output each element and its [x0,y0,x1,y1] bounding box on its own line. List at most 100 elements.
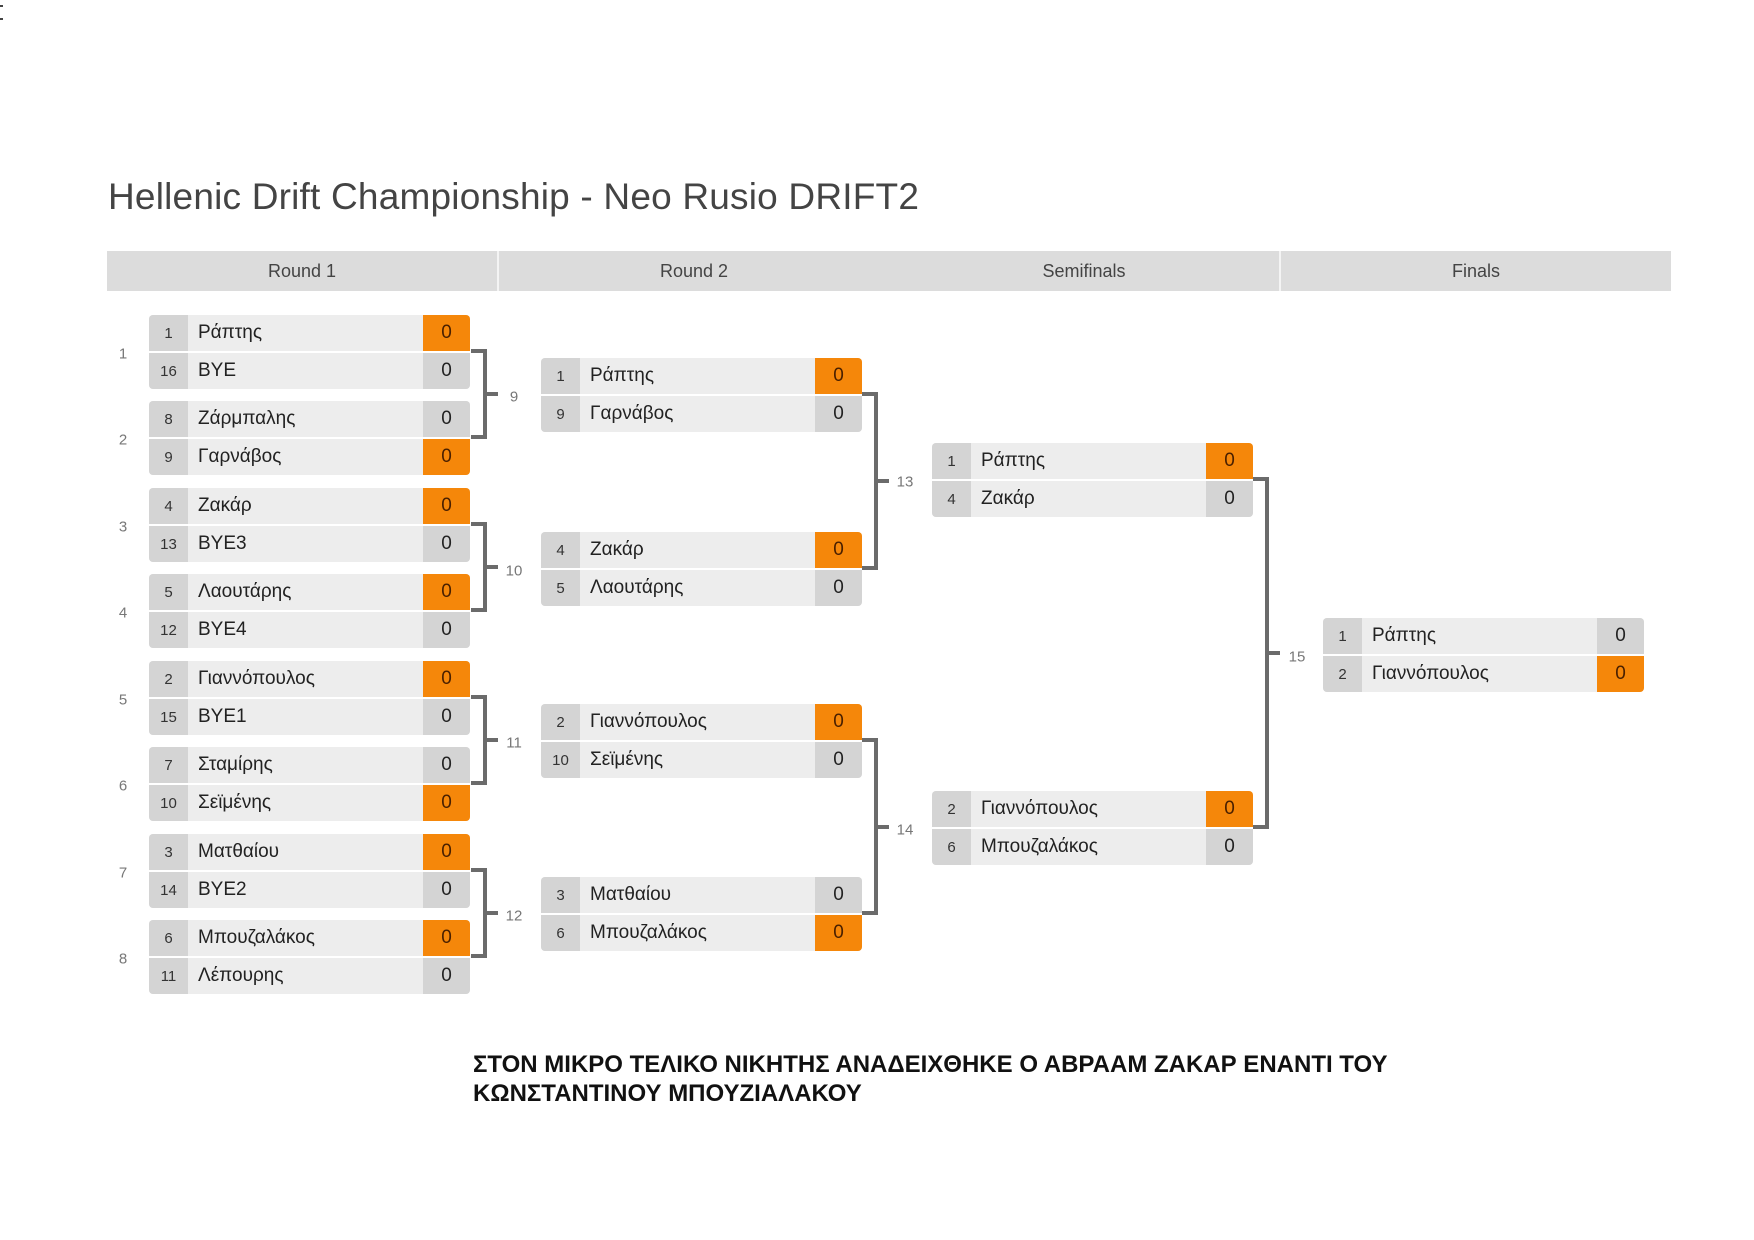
player-name: Μπουζαλάκος [981,836,1098,857]
player-seed: 1 [1323,618,1362,654]
match-10: 4 Ζακάρ 0 5 Λαουτάρης 0 [541,532,862,606]
player-name: Ζακάρ [590,539,644,560]
player-seed: 16 [149,353,188,389]
player-score-winner[interactable]: 0 [1597,656,1644,692]
player-seed: 9 [149,439,188,475]
player-row[interactable]: 15 BYE1 0 [149,699,470,735]
player-name: BYE4 [198,619,247,640]
player-row[interactable]: 8 Ζάρμπαλης 0 [149,401,470,437]
footer-line-2: ΚΩΝΣΤΑΝΤΙΝΟΥ ΜΠΟΥΖΙΑΛΑΚΟΥ [473,1080,862,1107]
player-row[interactable]: 3 Ματθαίου 0 [541,877,862,913]
bracket-connector-stub [487,565,498,569]
player-score[interactable]: 0 [815,396,862,432]
player-row[interactable]: 11 Λέπουρης 0 [149,958,470,994]
player-row[interactable]: 14 BYE2 0 [149,872,470,908]
bracket-connector [862,392,878,570]
player-row[interactable]: 9 Γαρνάβος 0 [149,439,470,475]
player-score[interactable]: 0 [1206,829,1253,865]
player-seed: 11 [149,958,188,994]
player-row[interactable]: 2 Γιαννόπουλος 0 [932,791,1253,827]
round-header-finals: Finals [1279,251,1671,291]
player-score-winner[interactable]: 0 [423,488,470,524]
player-score[interactable]: 0 [423,401,470,437]
player-seed: 2 [932,791,971,827]
player-row[interactable]: 9 Γαρνάβος 0 [541,396,862,432]
player-row[interactable]: 12 BYE4 0 [149,612,470,648]
player-score[interactable]: 0 [423,612,470,648]
player-score-winner[interactable]: 0 [815,915,862,951]
player-row[interactable]: 4 Ζακάρ 0 [932,481,1253,517]
player-row[interactable]: 5 Λαουτάρης 0 [541,570,862,606]
player-row[interactable]: 6 Μπουζαλάκος 0 [149,920,470,956]
player-row[interactable]: 1 Ράπτης 0 [932,443,1253,479]
player-seed: 12 [149,612,188,648]
match-11: 2 Γιαννόπουλος 0 10 Σεϊμένης 0 [541,704,862,778]
player-name: Γιαννόπουλος [1372,663,1489,684]
player-row[interactable]: 2 Γιαννόπουλος 0 [541,704,862,740]
player-seed: 6 [149,920,188,956]
player-score[interactable]: 0 [423,747,470,783]
player-name: Ζάρμπαλης [198,408,296,429]
player-name: Γιαννόπουλος [198,668,315,689]
match-number-label: 1 [118,345,128,363]
player-row[interactable]: 10 Σεϊμένης 0 [149,785,470,821]
bracket-connector [1253,477,1269,829]
match-number-label: 15 [1288,648,1306,666]
player-name: Λέπουρης [198,965,284,986]
player-seed: 9 [541,396,580,432]
player-row[interactable]: 2 Γιαννόπουλος 0 [149,661,470,697]
player-score-winner[interactable]: 0 [1206,791,1253,827]
match-number-label: 6 [118,777,128,795]
player-row[interactable]: 5 Λαουτάρης 0 [149,574,470,610]
player-score-winner[interactable]: 0 [423,439,470,475]
player-score[interactable]: 0 [1206,481,1253,517]
bracket-connector-stub [878,479,889,483]
player-row[interactable]: 16 BYE 0 [149,353,470,389]
match-number-label: 4 [118,604,128,622]
player-score-winner[interactable]: 0 [815,532,862,568]
player-score[interactable]: 0 [423,872,470,908]
player-score[interactable]: 0 [815,742,862,778]
player-row[interactable]: 1 Ράπτης 0 [149,315,470,351]
match-3: 4 Ζακάρ 0 13 BYE3 0 [149,488,470,562]
match-7: 3 Ματθαίου 0 14 BYE2 0 [149,834,470,908]
player-row[interactable]: 13 BYE3 0 [149,526,470,562]
player-row[interactable]: 6 Μπουζαλάκος 0 [932,829,1253,865]
player-score-winner[interactable]: 0 [423,920,470,956]
page-title: Hellenic Drift Championship - Neo Rusio … [108,176,920,217]
bracket-connector [471,349,487,439]
player-score[interactable]: 0 [423,699,470,735]
player-row[interactable]: 1 Ράπτης 0 [1323,618,1644,654]
player-score-winner[interactable]: 0 [423,661,470,697]
player-score-winner[interactable]: 0 [815,358,862,394]
player-name: Λαουτάρης [590,577,684,598]
player-score[interactable]: 0 [815,570,862,606]
player-row[interactable]: 4 Ζακάρ 0 [541,532,862,568]
player-row[interactable]: 6 Μπουζαλάκος 0 [541,915,862,951]
match-number-label: 5 [118,691,128,709]
player-score-winner[interactable]: 0 [423,834,470,870]
player-row[interactable]: 3 Ματθαίου 0 [149,834,470,870]
player-row[interactable]: 7 Σταμίρης 0 [149,747,470,783]
player-seed: 7 [149,747,188,783]
player-score[interactable]: 0 [423,353,470,389]
player-name: Γιαννόπουλος [590,711,707,732]
player-score-winner[interactable]: 0 [423,785,470,821]
player-score-winner[interactable]: 0 [423,574,470,610]
match-13: 1 Ράπτης 0 4 Ζακάρ 0 [932,443,1253,517]
player-score[interactable]: 0 [423,526,470,562]
player-row[interactable]: 4 Ζακάρ 0 [149,488,470,524]
player-score-winner[interactable]: 0 [1206,443,1253,479]
player-row[interactable]: 1 Ράπτης 0 [541,358,862,394]
match-9: 1 Ράπτης 0 9 Γαρνάβος 0 [541,358,862,432]
player-seed: 13 [149,526,188,562]
player-row[interactable]: 2 Γιαννόπουλος 0 [1323,656,1644,692]
player-score[interactable]: 0 [1597,618,1644,654]
player-name: Σεϊμένης [198,792,272,813]
player-row[interactable]: 10 Σεϊμένης 0 [541,742,862,778]
player-score[interactable]: 0 [815,877,862,913]
player-seed: 10 [149,785,188,821]
player-score[interactable]: 0 [423,958,470,994]
player-score-winner[interactable]: 0 [815,704,862,740]
player-score-winner[interactable]: 0 [423,315,470,351]
